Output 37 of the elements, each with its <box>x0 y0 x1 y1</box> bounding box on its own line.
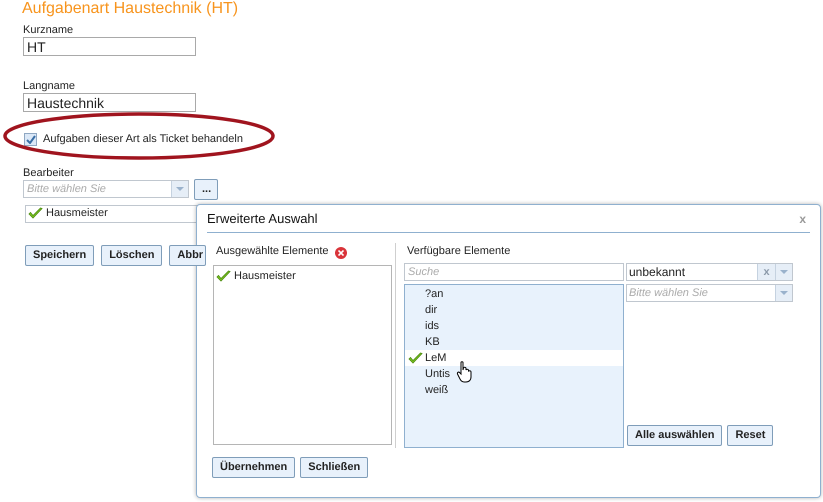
checkbox[interactable] <box>24 132 37 146</box>
text-input[interactable]: Haustechnik <box>23 93 196 112</box>
field-label: Langname <box>23 80 76 93</box>
field-label: Bearbeiter <box>23 166 75 180</box>
list-item[interactable]: weiß <box>405 382 623 398</box>
text-input[interactable]: HT <box>23 37 196 56</box>
page-title: Aufgabenart Haustechnik (HT) <box>22 0 240 17</box>
list-item[interactable]: ids <box>405 318 623 334</box>
checkmark-icon <box>28 207 43 220</box>
panel-title: Ausgewählte Elemente <box>216 244 329 259</box>
button[interactable]: Reset <box>727 425 774 446</box>
remove-icon[interactable] <box>334 246 347 258</box>
list-item[interactable]: LeM <box>405 350 623 366</box>
dropdown[interactable]: unbekannt x <box>626 263 793 281</box>
checkbox-label: Aufgaben dieser Art als Ticket behandeln <box>43 132 243 147</box>
list-item[interactable]: ?an <box>405 286 623 302</box>
placeholder: Bitte wählen Sie <box>628 286 709 301</box>
list-item[interactable]: Untis <box>405 366 623 382</box>
list-item[interactable]: dir <box>405 302 623 318</box>
list-item[interactable]: Hausmeister <box>234 268 296 284</box>
button[interactable]: Speichern <box>25 244 94 266</box>
search-field[interactable]: Suche <box>404 263 624 281</box>
button[interactable]: Löschen <box>101 244 162 266</box>
placeholder: Bitte wählen Sie <box>26 182 107 196</box>
button[interactable]: Alle auswählen <box>627 425 722 446</box>
button[interactable]: Schließen <box>300 457 368 478</box>
checkmark-icon <box>216 270 231 282</box>
button[interactable]: ... <box>194 178 218 200</box>
field-label: Kurzname <box>23 24 74 37</box>
button[interactable]: Übernehmen <box>212 457 296 478</box>
list-item[interactable]: KB <box>405 334 623 350</box>
hand-cursor-icon <box>456 361 474 383</box>
panel-title: Verfügbare Elemente <box>407 244 512 259</box>
dropdown-value: unbekannt <box>628 264 686 280</box>
checkmark-icon <box>408 352 423 364</box>
dialog-title: Erweiterte Auswahl <box>207 210 318 228</box>
button[interactable]: Abbr <box>169 244 206 266</box>
